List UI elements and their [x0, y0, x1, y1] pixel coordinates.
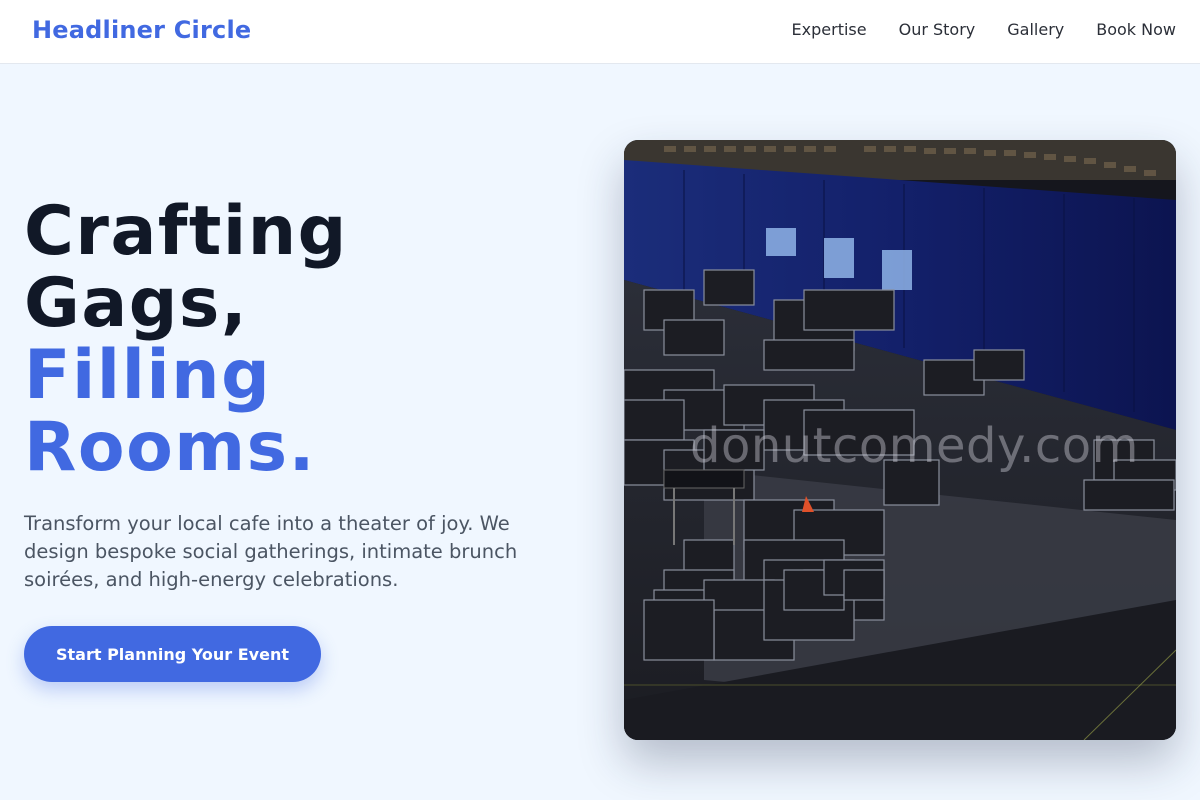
brand-logo-text[interactable]: Headliner Circle	[32, 16, 251, 44]
nav-link-our-story[interactable]: Our Story	[899, 20, 976, 39]
nav-link-expertise[interactable]: Expertise	[792, 20, 867, 39]
nav-link-gallery[interactable]: Gallery	[1007, 20, 1064, 39]
hero-description: Transform your local cafe into a theater…	[24, 512, 518, 591]
main-nav: Expertise Our Story Gallery Book Now	[760, 20, 1176, 39]
start-planning-button[interactable]: Start Planning Your Event	[24, 626, 321, 682]
hero-title: Crafting Gags, Filling Rooms.	[24, 196, 348, 484]
hero-title-line-2: Gags,	[24, 264, 249, 343]
hero-image: donutcomedy.com	[624, 140, 1176, 740]
nav-link-book-now[interactable]: Book Now	[1096, 20, 1176, 39]
hero-title-line-1: Crafting	[24, 192, 348, 271]
hero-title-line-4: Rooms.	[24, 408, 316, 487]
top-navigation-bar: Headliner Circle Expertise Our Story Gal…	[0, 0, 1200, 64]
watermark-text: donutcomedy.com	[690, 418, 1139, 474]
hero-title-line-3: Filling	[24, 336, 272, 415]
